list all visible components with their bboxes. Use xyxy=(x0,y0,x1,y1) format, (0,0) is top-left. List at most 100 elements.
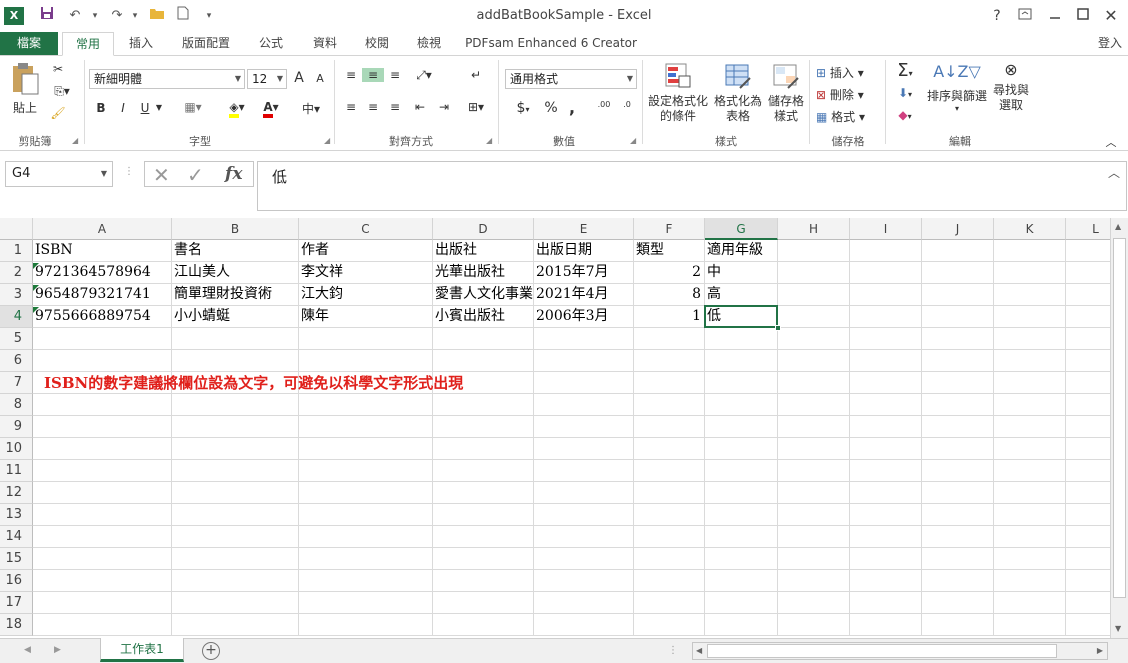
cell-l7[interactable] xyxy=(1066,372,1110,394)
cell-f12[interactable] xyxy=(634,482,705,504)
cell-h5[interactable] xyxy=(778,328,850,350)
cell-l2[interactable] xyxy=(1066,262,1110,284)
cell-f7[interactable] xyxy=(634,372,705,394)
row-header-11[interactable]: 11 xyxy=(0,460,33,482)
cell-i16[interactable] xyxy=(850,570,922,592)
cell-d17[interactable] xyxy=(433,592,534,614)
cell-i17[interactable] xyxy=(850,592,922,614)
cell-l8[interactable] xyxy=(1066,394,1110,416)
cell-i18[interactable] xyxy=(850,614,922,636)
cell-g17[interactable] xyxy=(705,592,778,614)
cell-d5[interactable] xyxy=(433,328,534,350)
cell-l14[interactable] xyxy=(1066,526,1110,548)
cell-b6[interactable] xyxy=(172,350,299,372)
cell-d16[interactable] xyxy=(433,570,534,592)
row-header-13[interactable]: 13 xyxy=(0,504,33,526)
cell-a11[interactable] xyxy=(33,460,172,482)
number-format-dropdown[interactable]: 通用格式 ▼ xyxy=(505,69,637,89)
delete-cells-button[interactable]: ⊠ 刪除 ▾ xyxy=(816,86,880,103)
cell-e14[interactable] xyxy=(534,526,634,548)
select-all-corner[interactable] xyxy=(0,218,33,240)
signin-link[interactable]: 登入 xyxy=(1092,32,1128,56)
cell-g10[interactable] xyxy=(705,438,778,460)
column-header-f[interactable]: F xyxy=(634,218,705,240)
row-header-3[interactable]: 3 xyxy=(0,284,33,306)
cell-i9[interactable] xyxy=(850,416,922,438)
increase-decimal-button[interactable]: .00 xyxy=(594,100,614,109)
cell-e15[interactable] xyxy=(534,548,634,570)
row-header-15[interactable]: 15 xyxy=(0,548,33,570)
cell-k12[interactable] xyxy=(994,482,1066,504)
format-painter-icon[interactable]: 🖌 xyxy=(48,106,68,120)
help-icon[interactable]: ? xyxy=(986,6,1008,26)
cell-g15[interactable] xyxy=(705,548,778,570)
cell-g1[interactable]: 適用年級 xyxy=(705,240,778,262)
cell-c10[interactable] xyxy=(299,438,433,460)
cell-j10[interactable] xyxy=(922,438,994,460)
cell-l6[interactable] xyxy=(1066,350,1110,372)
cell-k6[interactable] xyxy=(994,350,1066,372)
cell-k10[interactable] xyxy=(994,438,1066,460)
decrease-indent-icon[interactable]: ⇤ xyxy=(410,100,430,114)
cell-e11[interactable] xyxy=(534,460,634,482)
cell-i2[interactable] xyxy=(850,262,922,284)
decrease-decimal-button[interactable]: .0 xyxy=(618,100,636,109)
cell-e5[interactable] xyxy=(534,328,634,350)
row-header-4[interactable]: 4 xyxy=(0,306,33,328)
font-launcher-icon[interactable]: ◢ xyxy=(324,136,330,145)
cell-f6[interactable] xyxy=(634,350,705,372)
cell-k9[interactable] xyxy=(994,416,1066,438)
cell-b10[interactable] xyxy=(172,438,299,460)
maximize-icon[interactable] xyxy=(1072,6,1094,26)
cell-l1[interactable] xyxy=(1066,240,1110,262)
cell-a17[interactable] xyxy=(33,592,172,614)
format-as-table-button[interactable]: 格式化為 表格 xyxy=(712,62,764,124)
cell-d18[interactable] xyxy=(433,614,534,636)
column-header-c[interactable]: C xyxy=(299,218,433,240)
cell-h6[interactable] xyxy=(778,350,850,372)
wrap-text-icon[interactable]: ↵ xyxy=(466,68,486,82)
autosum-icon[interactable]: Σ▾ xyxy=(890,60,920,81)
cell-b17[interactable] xyxy=(172,592,299,614)
cell-d14[interactable] xyxy=(433,526,534,548)
cell-e3[interactable]: 2021年4月 xyxy=(534,284,634,306)
vertical-scrollbar[interactable]: ▲ ▼ xyxy=(1110,218,1128,638)
cell-k5[interactable] xyxy=(994,328,1066,350)
cell-k3[interactable] xyxy=(994,284,1066,306)
cell-a13[interactable] xyxy=(33,504,172,526)
font-size-dropdown[interactable]: 12 ▼ xyxy=(247,69,287,89)
cell-j16[interactable] xyxy=(922,570,994,592)
cell-j6[interactable] xyxy=(922,350,994,372)
vertical-scroll-thumb[interactable] xyxy=(1113,238,1126,598)
cell-e1[interactable]: 出版日期 xyxy=(534,240,634,262)
find-select-button[interactable]: ⊗ 尋找與 選取 xyxy=(990,62,1032,113)
cell-h17[interactable] xyxy=(778,592,850,614)
cell-d15[interactable] xyxy=(433,548,534,570)
cell-h16[interactable] xyxy=(778,570,850,592)
cell-f18[interactable] xyxy=(634,614,705,636)
cell-l11[interactable] xyxy=(1066,460,1110,482)
currency-button[interactable]: $▾ xyxy=(508,100,538,116)
close-icon[interactable]: ✕ xyxy=(1100,6,1122,26)
row-header-1[interactable]: 1 xyxy=(0,240,33,262)
align-center-icon[interactable]: ≡ xyxy=(364,100,382,114)
cell-e8[interactable] xyxy=(534,394,634,416)
cell-d4[interactable]: 小賓出版社 xyxy=(433,306,534,328)
tab-data[interactable]: 資料 xyxy=(302,32,348,56)
collapse-ribbon-icon[interactable]: ︿ xyxy=(1104,134,1118,150)
cell-f13[interactable] xyxy=(634,504,705,526)
bold-button[interactable]: B xyxy=(94,101,108,115)
cell-i7[interactable] xyxy=(850,372,922,394)
next-sheet-icon[interactable]: ▶ xyxy=(54,645,61,655)
cell-e2[interactable]: 2015年7月 xyxy=(534,262,634,284)
cell-a9[interactable] xyxy=(33,416,172,438)
cell-l16[interactable] xyxy=(1066,570,1110,592)
column-header-e[interactable]: E xyxy=(534,218,634,240)
align-left-icon[interactable]: ≡ xyxy=(342,100,360,114)
cell-i12[interactable] xyxy=(850,482,922,504)
cell-h10[interactable] xyxy=(778,438,850,460)
cut-icon[interactable]: ✂ xyxy=(48,62,68,76)
merge-center-icon[interactable]: ⊞▾ xyxy=(462,100,490,114)
row-header-2[interactable]: 2 xyxy=(0,262,33,284)
cell-j5[interactable] xyxy=(922,328,994,350)
